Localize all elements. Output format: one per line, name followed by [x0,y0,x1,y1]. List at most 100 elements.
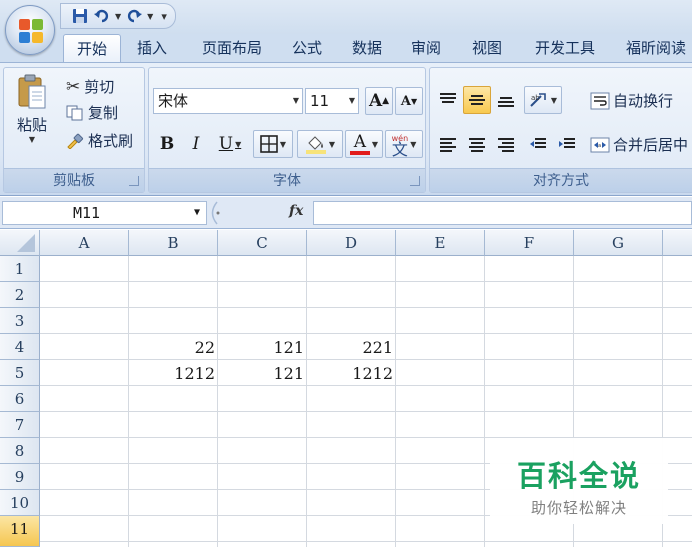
font-color-dropdown-icon: ▼ [371,139,379,149]
row-header-2[interactable]: 2 [0,282,40,308]
cut-label: 剪切 [84,78,115,96]
cell-c5[interactable]: 121 [218,360,307,386]
row-header-10[interactable]: 10 [0,490,40,516]
column-header-f[interactable]: F [485,230,574,256]
tab-view[interactable]: 视图 [464,34,510,62]
paste-dropdown-icon[interactable]: ▼ [29,135,35,144]
cell-b4[interactable]: 22 [129,334,218,360]
align-right-button[interactable] [492,130,520,158]
decrease-indent-button[interactable] [524,130,552,158]
tab-data[interactable]: 数据 [344,34,390,62]
customize-qat-icon[interactable]: ▾ [161,10,167,23]
title-bar: ▼ ▼ ▾ [0,0,692,34]
bold-button[interactable]: B [153,130,181,158]
name-box[interactable]: M11 ▼ [2,201,207,225]
format-painter-icon [67,133,84,149]
name-box-dropdown-icon[interactable]: ▼ [194,202,200,224]
increase-indent-icon [559,138,575,148]
formula-bar: M11 ▼ fx [0,197,692,229]
align-center-button[interactable] [463,130,491,158]
column-header-h-partial[interactable] [663,230,692,256]
font-launcher-icon[interactable] [410,176,420,186]
tab-formulas[interactable]: 公式 [284,34,330,62]
font-color-label: A [353,132,367,152]
row-header-1[interactable]: 1 [0,256,40,282]
paste-button[interactable]: 粘贴 ▼ [12,74,52,144]
office-button[interactable] [5,5,55,55]
font-name-dropdown-icon: ▼ [292,96,299,105]
italic-button[interactable]: I [182,130,210,158]
row-header-4[interactable]: 4 [0,334,40,360]
bold-label: B [159,134,175,154]
orientation-button[interactable]: ab ▼ [524,86,562,114]
align-bottom-button[interactable] [492,86,520,114]
column-header-g[interactable]: G [574,230,663,256]
tab-foxit-reader[interactable]: 福昕阅读 [618,34,692,62]
cell-d5[interactable]: 1212 [307,360,396,386]
font-size-select[interactable]: 11 ▼ [305,88,359,114]
font-color-button[interactable]: A ▼ [345,130,383,158]
formula-input[interactable] [313,201,692,225]
grow-font-label: A [368,91,383,111]
tab-developer[interactable]: 开发工具 [525,34,605,62]
align-left-button[interactable] [434,130,462,158]
column-header-b[interactable]: B [129,230,218,256]
row-header-8[interactable]: 8 [0,438,40,464]
row-header-9[interactable]: 9 [0,464,40,490]
format-painter-button[interactable]: 格式刷 [66,130,133,151]
phonetic-button[interactable]: wén 文 ▼ [385,130,423,158]
tab-home[interactable]: 开始 [63,34,121,63]
tab-insert[interactable]: 插入 [130,34,174,62]
alignment-group-label: 对齐方式 [430,168,692,192]
align-top-button[interactable] [434,86,462,114]
name-box-value: M11 [73,204,101,222]
column-header-e[interactable]: E [396,230,485,256]
italic-label: I [192,134,200,154]
wrap-text-button[interactable]: 自动换行 [590,90,673,111]
grow-font-button[interactable]: A ▲ [365,87,393,115]
tab-page-layout[interactable]: 页面布局 [192,34,272,62]
increase-indent-button[interactable] [553,130,581,158]
column-header-c[interactable]: C [218,230,307,256]
align-middle-button[interactable] [463,86,491,114]
column-header-a[interactable]: A [40,230,129,256]
row-header-5[interactable]: 5 [0,360,40,386]
orientation-icon: ab [530,93,546,107]
cut-button[interactable]: ✂ 剪切 [66,76,114,97]
svg-text:ab: ab [531,94,540,102]
fill-color-button[interactable]: ▼ [297,130,343,158]
row-header-11[interactable]: 11 [0,516,40,547]
redo-dropdown-icon[interactable]: ▼ [147,12,153,21]
select-all-corner[interactable] [0,230,40,256]
tab-review[interactable]: 审阅 [403,34,449,62]
save-icon[interactable] [71,7,89,25]
clipboard-launcher-icon[interactable] [129,176,139,186]
undo-icon[interactable] [93,7,111,25]
quick-access-toolbar: ▼ ▼ ▾ [60,3,176,29]
formula-splitter-icon[interactable] [207,201,237,225]
underline-button[interactable]: U ▼ [211,130,249,158]
alignment-group: ab ▼ 自动换行 a 合并后居中 对齐方式 [429,67,692,193]
insert-function-icon[interactable]: fx [289,203,303,219]
ribbon: 粘贴 ▼ ✂ 剪切 复制 格式刷 剪贴板 宋体 ▼ 11 ▼ A ▲ A ▼ B… [0,62,692,196]
font-name-select[interactable]: 宋体 ▼ [153,88,303,114]
row-header-3[interactable]: 3 [0,308,40,334]
undo-dropdown-icon[interactable]: ▼ [115,12,121,21]
format-painter-label: 格式刷 [88,132,134,150]
shrink-font-button[interactable]: A ▼ [395,87,423,115]
orientation-dropdown-icon: ▼ [550,95,558,105]
merge-center-button[interactable]: a 合并后居中 [590,134,688,155]
cell-b5[interactable]: 1212 [129,360,218,386]
column-header-d[interactable]: D [307,230,396,256]
borders-button[interactable]: ▼ [253,130,293,158]
align-top-icon [440,93,456,103]
redo-icon[interactable] [125,7,143,25]
row-header-6[interactable]: 6 [0,386,40,412]
copy-button[interactable]: 复制 [66,102,118,123]
ribbon-tabs: 开始 插入 页面布局 公式 数据 审阅 视图 开发工具 福昕阅读 [0,34,692,63]
cell-d4[interactable]: 221 [307,334,396,360]
watermark-title: 百科全说 [516,459,641,493]
paste-label: 粘贴 [16,116,47,134]
cell-c4[interactable]: 121 [218,334,307,360]
row-header-7[interactable]: 7 [0,412,40,438]
